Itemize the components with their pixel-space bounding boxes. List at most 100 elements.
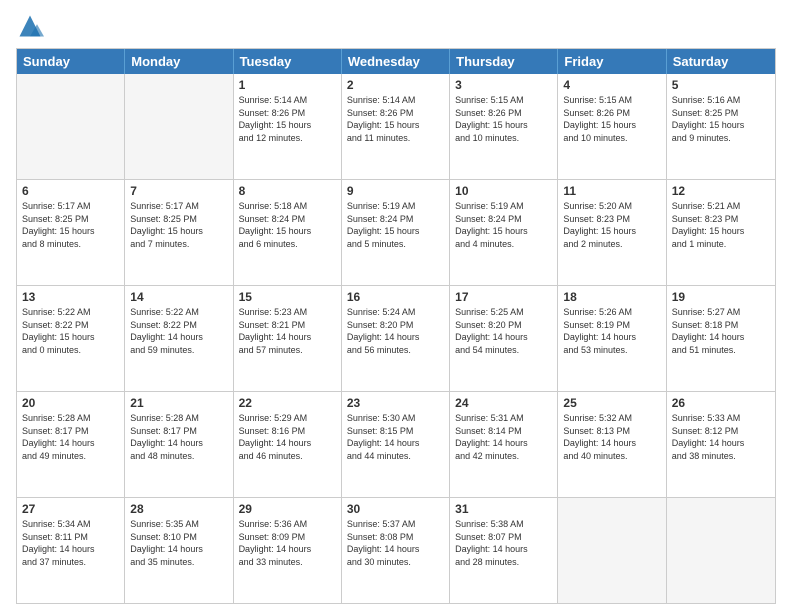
cell-l1: Sunrise: 5:25 AM bbox=[455, 306, 552, 319]
cell-l2: Sunset: 8:26 PM bbox=[455, 107, 552, 120]
cell-l4: and 51 minutes. bbox=[672, 344, 770, 357]
cell-l3: Daylight: 15 hours bbox=[455, 119, 552, 132]
day-cell-19: 19Sunrise: 5:27 AMSunset: 8:18 PMDayligh… bbox=[667, 286, 775, 391]
cell-l2: Sunset: 8:22 PM bbox=[22, 319, 119, 332]
cell-l4: and 56 minutes. bbox=[347, 344, 444, 357]
day-number: 18 bbox=[563, 290, 660, 304]
day-cell-27: 27Sunrise: 5:34 AMSunset: 8:11 PMDayligh… bbox=[17, 498, 125, 603]
cell-l4: and 33 minutes. bbox=[239, 556, 336, 569]
day-number: 13 bbox=[22, 290, 119, 304]
day-number: 17 bbox=[455, 290, 552, 304]
cell-l2: Sunset: 8:11 PM bbox=[22, 531, 119, 544]
day-number: 30 bbox=[347, 502, 444, 516]
day-cell-15: 15Sunrise: 5:23 AMSunset: 8:21 PMDayligh… bbox=[234, 286, 342, 391]
empty-cell bbox=[125, 74, 233, 179]
cell-l2: Sunset: 8:26 PM bbox=[239, 107, 336, 120]
cell-l4: and 1 minute. bbox=[672, 238, 770, 251]
cell-l1: Sunrise: 5:17 AM bbox=[130, 200, 227, 213]
cell-l4: and 12 minutes. bbox=[239, 132, 336, 145]
cell-l4: and 10 minutes. bbox=[563, 132, 660, 145]
day-cell-22: 22Sunrise: 5:29 AMSunset: 8:16 PMDayligh… bbox=[234, 392, 342, 497]
cell-l2: Sunset: 8:10 PM bbox=[130, 531, 227, 544]
cell-l3: Daylight: 15 hours bbox=[563, 119, 660, 132]
day-cell-5: 5Sunrise: 5:16 AMSunset: 8:25 PMDaylight… bbox=[667, 74, 775, 179]
header bbox=[16, 12, 776, 40]
cell-l1: Sunrise: 5:20 AM bbox=[563, 200, 660, 213]
cell-l1: Sunrise: 5:17 AM bbox=[22, 200, 119, 213]
cell-l4: and 9 minutes. bbox=[672, 132, 770, 145]
cell-l3: Daylight: 15 hours bbox=[130, 225, 227, 238]
cell-l1: Sunrise: 5:22 AM bbox=[130, 306, 227, 319]
cell-l1: Sunrise: 5:19 AM bbox=[455, 200, 552, 213]
cell-l1: Sunrise: 5:38 AM bbox=[455, 518, 552, 531]
cell-l2: Sunset: 8:14 PM bbox=[455, 425, 552, 438]
cell-l3: Daylight: 14 hours bbox=[130, 437, 227, 450]
day-cell-29: 29Sunrise: 5:36 AMSunset: 8:09 PMDayligh… bbox=[234, 498, 342, 603]
day-cell-25: 25Sunrise: 5:32 AMSunset: 8:13 PMDayligh… bbox=[558, 392, 666, 497]
cell-l1: Sunrise: 5:31 AM bbox=[455, 412, 552, 425]
cell-l3: Daylight: 14 hours bbox=[239, 331, 336, 344]
cell-l3: Daylight: 15 hours bbox=[672, 119, 770, 132]
cell-l3: Daylight: 15 hours bbox=[22, 331, 119, 344]
cell-l3: Daylight: 15 hours bbox=[347, 225, 444, 238]
calendar-row-3: 13Sunrise: 5:22 AMSunset: 8:22 PMDayligh… bbox=[17, 285, 775, 391]
day-cell-24: 24Sunrise: 5:31 AMSunset: 8:14 PMDayligh… bbox=[450, 392, 558, 497]
day-cell-17: 17Sunrise: 5:25 AMSunset: 8:20 PMDayligh… bbox=[450, 286, 558, 391]
empty-cell bbox=[558, 498, 666, 603]
calendar-body: 1Sunrise: 5:14 AMSunset: 8:26 PMDaylight… bbox=[17, 74, 775, 603]
day-number: 22 bbox=[239, 396, 336, 410]
cell-l4: and 42 minutes. bbox=[455, 450, 552, 463]
day-cell-11: 11Sunrise: 5:20 AMSunset: 8:23 PMDayligh… bbox=[558, 180, 666, 285]
cell-l4: and 8 minutes. bbox=[22, 238, 119, 251]
cell-l4: and 10 minutes. bbox=[455, 132, 552, 145]
cell-l4: and 59 minutes. bbox=[130, 344, 227, 357]
cell-l4: and 28 minutes. bbox=[455, 556, 552, 569]
day-number: 19 bbox=[672, 290, 770, 304]
cell-l1: Sunrise: 5:15 AM bbox=[455, 94, 552, 107]
cell-l4: and 30 minutes. bbox=[347, 556, 444, 569]
cell-l2: Sunset: 8:17 PM bbox=[130, 425, 227, 438]
cell-l4: and 11 minutes. bbox=[347, 132, 444, 145]
cell-l4: and 57 minutes. bbox=[239, 344, 336, 357]
cell-l1: Sunrise: 5:26 AM bbox=[563, 306, 660, 319]
cell-l2: Sunset: 8:23 PM bbox=[563, 213, 660, 226]
header-day-friday: Friday bbox=[558, 49, 666, 74]
cell-l1: Sunrise: 5:15 AM bbox=[563, 94, 660, 107]
day-cell-9: 9Sunrise: 5:19 AMSunset: 8:24 PMDaylight… bbox=[342, 180, 450, 285]
day-number: 7 bbox=[130, 184, 227, 198]
cell-l2: Sunset: 8:08 PM bbox=[347, 531, 444, 544]
day-cell-13: 13Sunrise: 5:22 AMSunset: 8:22 PMDayligh… bbox=[17, 286, 125, 391]
cell-l1: Sunrise: 5:14 AM bbox=[239, 94, 336, 107]
cell-l3: Daylight: 15 hours bbox=[22, 225, 119, 238]
cell-l1: Sunrise: 5:16 AM bbox=[672, 94, 770, 107]
day-cell-26: 26Sunrise: 5:33 AMSunset: 8:12 PMDayligh… bbox=[667, 392, 775, 497]
cell-l1: Sunrise: 5:21 AM bbox=[672, 200, 770, 213]
cell-l1: Sunrise: 5:37 AM bbox=[347, 518, 444, 531]
cell-l3: Daylight: 14 hours bbox=[672, 331, 770, 344]
day-number: 10 bbox=[455, 184, 552, 198]
cell-l2: Sunset: 8:24 PM bbox=[239, 213, 336, 226]
cell-l1: Sunrise: 5:23 AM bbox=[239, 306, 336, 319]
cell-l2: Sunset: 8:25 PM bbox=[130, 213, 227, 226]
cell-l3: Daylight: 14 hours bbox=[22, 543, 119, 556]
cell-l1: Sunrise: 5:29 AM bbox=[239, 412, 336, 425]
calendar-row-2: 6Sunrise: 5:17 AMSunset: 8:25 PMDaylight… bbox=[17, 179, 775, 285]
day-number: 12 bbox=[672, 184, 770, 198]
cell-l4: and 49 minutes. bbox=[22, 450, 119, 463]
day-cell-18: 18Sunrise: 5:26 AMSunset: 8:19 PMDayligh… bbox=[558, 286, 666, 391]
day-cell-1: 1Sunrise: 5:14 AMSunset: 8:26 PMDaylight… bbox=[234, 74, 342, 179]
day-cell-31: 31Sunrise: 5:38 AMSunset: 8:07 PMDayligh… bbox=[450, 498, 558, 603]
cell-l1: Sunrise: 5:28 AM bbox=[22, 412, 119, 425]
day-number: 25 bbox=[563, 396, 660, 410]
cell-l3: Daylight: 14 hours bbox=[22, 437, 119, 450]
day-number: 8 bbox=[239, 184, 336, 198]
cell-l4: and 53 minutes. bbox=[563, 344, 660, 357]
cell-l3: Daylight: 15 hours bbox=[672, 225, 770, 238]
day-cell-7: 7 Sunrise: 5:17 AMSunset: 8:25 PMDaylight… bbox=[125, 180, 233, 285]
day-cell-16: 16Sunrise: 5:24 AMSunset: 8:20 PMDayligh… bbox=[342, 286, 450, 391]
calendar-row-4: 20Sunrise: 5:28 AMSunset: 8:17 PMDayligh… bbox=[17, 391, 775, 497]
day-number: 29 bbox=[239, 502, 336, 516]
cell-l3: Daylight: 14 hours bbox=[239, 543, 336, 556]
cell-l3: Daylight: 14 hours bbox=[347, 331, 444, 344]
cell-l1: Sunrise: 5:19 AM bbox=[347, 200, 444, 213]
